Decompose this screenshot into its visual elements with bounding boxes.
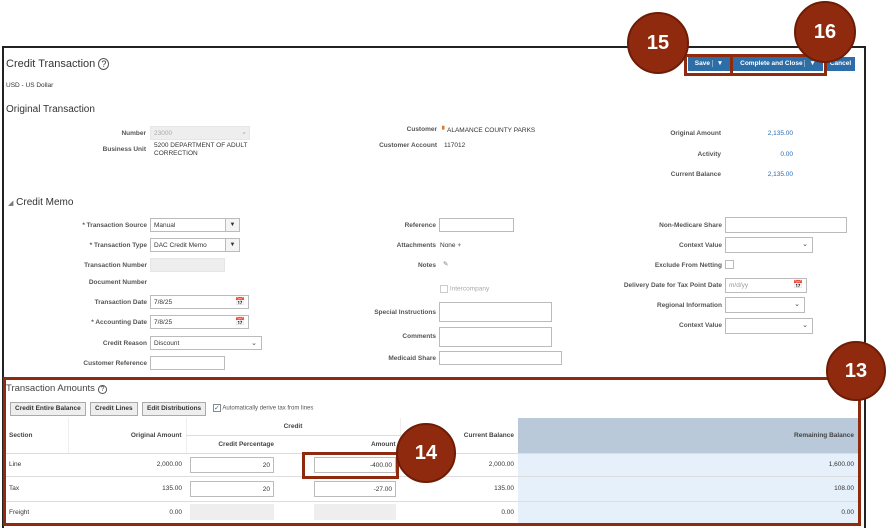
customer-reference-label: Customer Reference <box>83 360 147 367</box>
transaction-number-field <box>150 258 225 272</box>
context-value-2-select[interactable]: ⌄ <box>725 318 813 334</box>
customer-label: Customer <box>406 126 437 133</box>
special-instructions-label: Special Instructions <box>374 309 436 316</box>
original-amount-value[interactable]: 2,135.00 <box>768 130 793 137</box>
transaction-source-select[interactable]: Manual ▼ <box>150 218 240 232</box>
attachments-value: None + <box>440 242 462 249</box>
credit-reason-select[interactable]: Discount ⌄ <box>150 336 262 350</box>
transaction-source-label: * Transaction Source <box>82 222 147 229</box>
dropdown-icon[interactable]: ▼ <box>225 238 240 252</box>
transaction-date-label: Transaction Date <box>94 299 147 306</box>
highlight-amount-input <box>302 452 399 479</box>
customer-account-label: Customer Account <box>379 142 437 149</box>
medicaid-share-label: Medicaid Share <box>388 355 436 362</box>
non-medicare-share-label: Non-Medicare Share <box>659 222 722 229</box>
highlight-save <box>684 54 733 76</box>
callout-15: 15 <box>627 12 689 74</box>
chevron-down-icon: ⌄ <box>794 301 800 308</box>
delivery-date-field[interactable]: m/d/yy 📅 <box>725 278 807 293</box>
activity-value[interactable]: 0.00 <box>780 151 793 158</box>
chevron-down-icon: ⌄ <box>802 322 808 329</box>
callout-14: 14 <box>396 423 456 483</box>
transaction-type-label: * Transaction Type <box>89 242 147 249</box>
business-unit-label: Business Unit <box>102 146 146 153</box>
chevron-down-icon: ⌄ <box>802 241 808 248</box>
customer-reference-field[interactable] <box>150 356 225 370</box>
original-transaction-heading: Original Transaction <box>6 104 95 115</box>
special-instructions-field[interactable] <box>439 302 552 322</box>
exclude-from-netting-label: Exclude From Netting <box>654 262 722 269</box>
credit-reason-label: Credit Reason <box>102 340 147 347</box>
delivery-date-label: Delivery Date for Tax Point Date <box>623 282 722 289</box>
page-title: Credit Transaction ? <box>6 58 110 70</box>
transaction-number-label: Transaction Number <box>84 262 147 269</box>
document-number-label: Document Number <box>88 279 147 286</box>
reference-field[interactable] <box>439 218 514 232</box>
calendar-icon[interactable]: 📅 <box>235 297 245 306</box>
comments-field[interactable] <box>439 327 552 347</box>
calendar-icon[interactable]: 📅 <box>793 280 803 289</box>
activity-label: Activity <box>697 151 721 158</box>
customer-account-value: 117012 <box>444 142 466 149</box>
credit-memo-heading[interactable]: ◢ Credit Memo <box>8 197 73 208</box>
current-balance-label: Current Balance <box>670 171 721 178</box>
notes-icon[interactable]: ✎ <box>443 260 448 268</box>
callout-13: 13 <box>826 341 886 401</box>
dropdown-icon[interactable]: ▼ <box>225 218 240 232</box>
callout-16: 16 <box>794 1 856 63</box>
chevron-down-icon: ⌄ <box>251 340 257 347</box>
transaction-type-select[interactable]: DAC Credit Memo ▼ <box>150 238 240 252</box>
number-field[interactable]: 23000 ⌕ <box>150 126 250 140</box>
currency: USD - US Dollar <box>6 82 54 89</box>
search-icon[interactable]: ⌕ <box>242 130 246 138</box>
calendar-icon[interactable]: 📅 <box>235 317 245 326</box>
help-icon[interactable]: ? <box>98 58 110 70</box>
current-balance-value[interactable]: 2,135.00 <box>768 171 793 178</box>
number-label: Number <box>121 130 146 137</box>
accounting-date-field[interactable]: 7/8/25 📅 <box>150 315 249 329</box>
customer-value: ▘ALAMANCE COUNTY PARKS <box>442 127 536 134</box>
business-unit-value: 5200 DEPARTMENT OF ADULT CORRECTION <box>154 142 248 157</box>
context-value-label: Context Value <box>679 242 722 249</box>
transaction-date-field[interactable]: 7/8/25 📅 <box>150 295 249 309</box>
intercompany-checkbox[interactable]: Intercompany <box>440 285 489 293</box>
regional-information-select[interactable]: ⌄ <box>725 297 805 313</box>
regional-information-label: Regional Information <box>657 302 722 309</box>
context-value-2-label: Context Value <box>679 322 722 329</box>
non-medicare-share-field[interactable] <box>725 217 847 233</box>
original-amount-label: Original Amount <box>670 130 721 137</box>
exclude-from-netting-checkbox[interactable] <box>725 260 734 269</box>
attachments-label: Attachments <box>396 242 436 249</box>
medicaid-share-field[interactable] <box>439 351 562 365</box>
reference-label: Reference <box>404 222 436 229</box>
context-value-select[interactable]: ⌄ <box>725 237 813 253</box>
accounting-date-label: * Accounting Date <box>91 319 147 326</box>
comments-label: Comments <box>402 333 436 340</box>
add-icon[interactable]: + <box>457 242 461 249</box>
notes-label: Notes <box>417 262 436 269</box>
